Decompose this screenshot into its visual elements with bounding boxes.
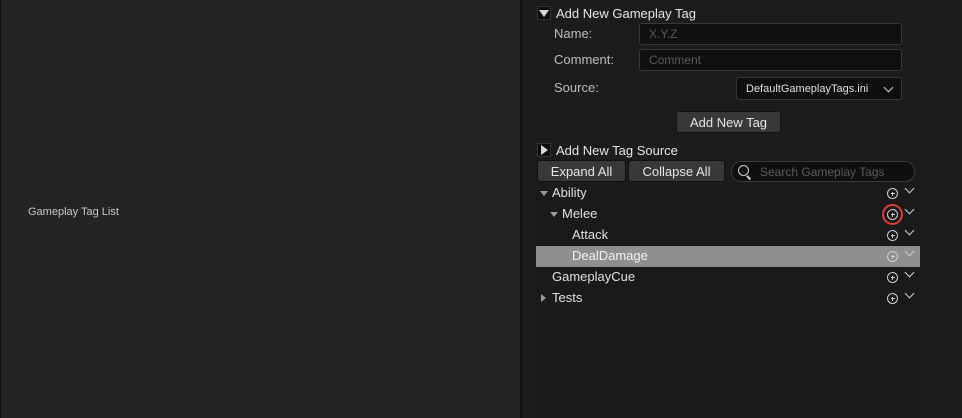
chevron-down-icon[interactable]: [904, 204, 915, 215]
gameplay-tag-list-panel: Gameplay Tag List: [0, 0, 522, 418]
chevron-down-icon[interactable]: [904, 246, 915, 257]
search-box[interactable]: [731, 161, 915, 182]
add-subtag-icon[interactable]: [887, 293, 898, 304]
chevron-down-icon[interactable]: [904, 288, 915, 299]
tree-row-gameplaycue[interactable]: GameplayCue: [536, 267, 920, 288]
add-subtag-icon[interactable]: [887, 251, 898, 262]
add-subtag-icon[interactable]: [887, 272, 898, 283]
tree-row-label: Ability: [552, 185, 587, 200]
chevron-down-icon: [883, 82, 894, 92]
expanded-triangle-icon[interactable]: [540, 191, 548, 196]
source-dropdown[interactable]: DefaultGameplayTags.ini: [736, 77, 902, 100]
tree-row-tests[interactable]: Tests: [536, 288, 920, 309]
expanded-triangle-icon[interactable]: [550, 212, 558, 217]
name-input[interactable]: [639, 23, 902, 45]
tree-row-label: Tests: [552, 290, 583, 305]
add-subtag-icon[interactable]: [887, 188, 898, 199]
collapse-all-button[interactable]: Collapse All: [628, 160, 725, 182]
gameplay-tag-list-label: Gameplay Tag List: [28, 206, 119, 218]
tree-row-label: Melee: [562, 206, 598, 221]
tree-row-ability[interactable]: Ability: [536, 183, 920, 204]
add-new-tag-title: Add New Gameplay Tag: [556, 5, 696, 21]
add-new-tag-source-title: Add New Tag Source: [556, 142, 678, 158]
expand-triangle-right-icon[interactable]: [537, 143, 551, 157]
tag-tree: Ability Melee Attack DealDamage Gameplay…: [536, 183, 920, 418]
add-new-tag-source-header[interactable]: Add New Tag Source: [537, 141, 678, 159]
search-icon: [738, 164, 752, 180]
add-subtag-icon[interactable]: [882, 204, 903, 225]
tree-row-attack[interactable]: Attack: [536, 225, 920, 246]
tree-row-label: GameplayCue: [552, 269, 636, 284]
name-label: Name:: [554, 26, 593, 41]
chevron-down-icon[interactable]: [904, 225, 915, 236]
add-new-tag-button[interactable]: Add New Tag: [676, 111, 781, 133]
tree-row-dealdamage[interactable]: DealDamage: [536, 246, 920, 267]
source-value: DefaultGameplayTags.ini: [746, 82, 869, 95]
add-subtag-icon[interactable]: [887, 230, 898, 241]
tree-row-label: Attack: [572, 227, 609, 242]
expand-triangle-down-icon[interactable]: [537, 6, 551, 20]
comment-label: Comment:: [554, 52, 614, 67]
add-new-tag-header[interactable]: Add New Gameplay Tag: [537, 4, 696, 22]
tree-row-label: DealDamage: [572, 248, 648, 263]
chevron-down-icon[interactable]: [904, 267, 915, 278]
tree-row-melee[interactable]: Melee: [536, 204, 920, 225]
chevron-down-icon[interactable]: [904, 183, 915, 194]
collapsed-triangle-icon[interactable]: [541, 294, 546, 302]
search-input[interactable]: [758, 163, 914, 180]
expand-all-button[interactable]: Expand All: [537, 160, 626, 182]
source-label: Source:: [554, 80, 599, 95]
comment-input[interactable]: [639, 49, 902, 71]
